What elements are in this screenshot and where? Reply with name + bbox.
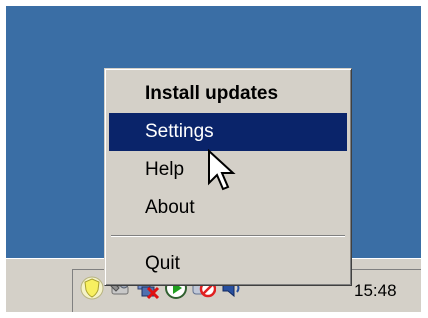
menu-separator [111,235,345,237]
clock[interactable]: 15:48 [354,281,397,301]
update-shield-icon[interactable] [80,276,104,300]
menu-item-quit[interactable]: Quit [109,245,347,283]
menu-item-settings[interactable]: Settings [109,113,347,151]
mouse-cursor-icon [208,149,236,191]
menu-item-install-updates[interactable]: Install updates [109,75,347,113]
desktop: 15:48 Install updates Settings Help Abou… [6,6,421,312]
